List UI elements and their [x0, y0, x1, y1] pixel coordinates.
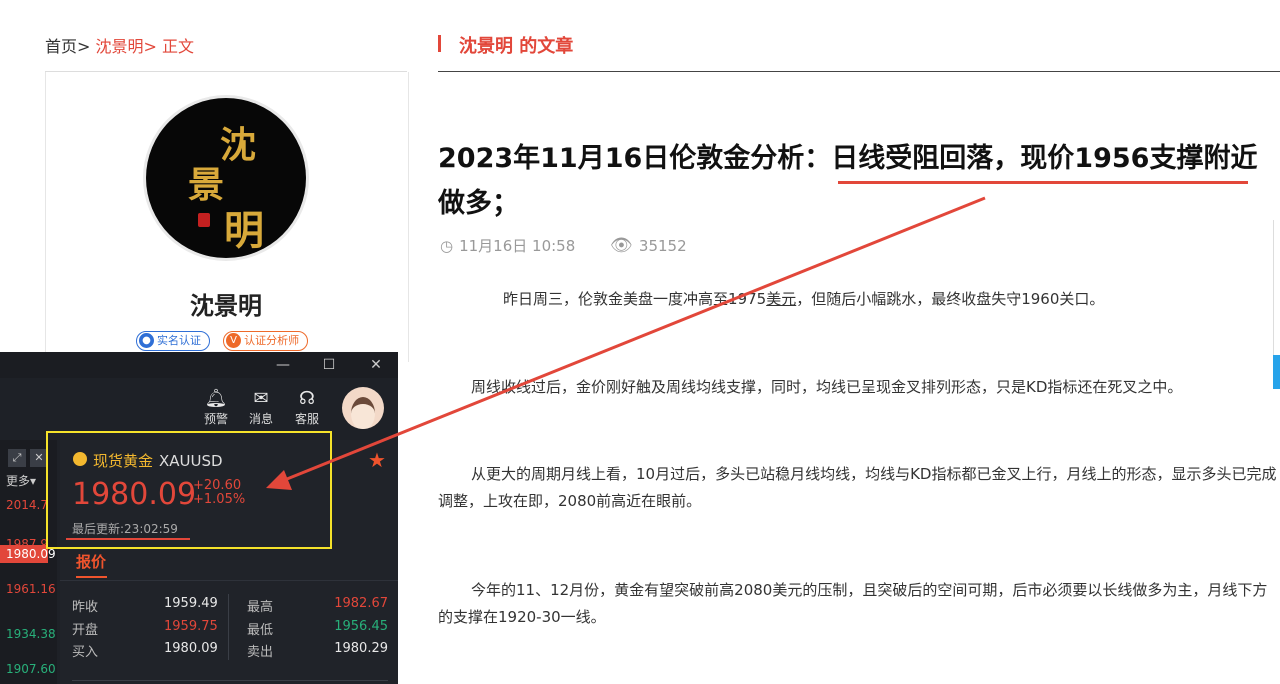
annotation-arrow [266, 196, 986, 490]
arrow-shaft [281, 196, 986, 483]
